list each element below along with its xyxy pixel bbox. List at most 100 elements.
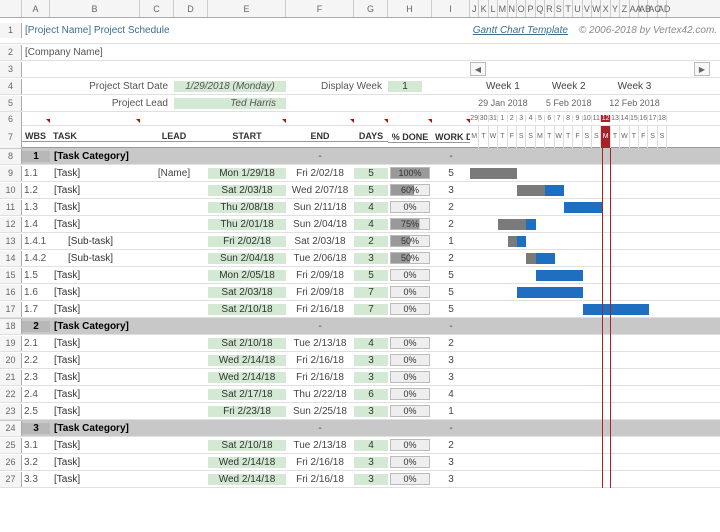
wbs-cell[interactable]: 2 (22, 321, 50, 332)
pct-cell[interactable]: 0% (390, 456, 430, 468)
start-date-value[interactable]: 1/29/2018 (Monday) (174, 81, 286, 92)
rowhdr-4[interactable]: 4 (0, 79, 22, 94)
wbs-cell[interactable]: 3 (22, 423, 50, 434)
wbs-cell[interactable]: 1.3 (22, 202, 50, 213)
col-F[interactable]: F (286, 0, 354, 17)
wbs-cell[interactable]: 3.1 (22, 440, 50, 451)
col-day[interactable]: X (601, 0, 610, 17)
wbs-cell[interactable]: 1.4.1 (22, 236, 50, 247)
col-day[interactable]: AA (630, 0, 639, 17)
days-cell[interactable]: 3 (354, 355, 388, 366)
rowhdr[interactable]: 19 (0, 336, 22, 351)
end-cell[interactable]: Fri 2/16/18 (286, 355, 354, 366)
task-cell[interactable]: [Task] (50, 168, 140, 179)
rowhdr[interactable]: 12 (0, 217, 22, 232)
table-row[interactable]: 111.3[Task]Thu 2/08/18Sun 2/11/1840%2 (0, 199, 720, 216)
col-day[interactable]: O (517, 0, 526, 17)
pct-cell[interactable]: 0% (390, 388, 430, 400)
work-cell[interactable]: 3 (432, 457, 470, 468)
end-cell[interactable]: Thu 2/22/18 (286, 389, 354, 400)
work-cell[interactable]: 3 (432, 474, 470, 485)
rowhdr-5[interactable]: 5 (0, 96, 22, 111)
start-cell[interactable]: Sat 2/10/18 (208, 304, 286, 315)
wbs-cell[interactable]: 1.4 (22, 219, 50, 230)
task-cell[interactable]: [Task Category] (50, 423, 140, 434)
task-cell[interactable]: [Task] (50, 338, 140, 349)
days-cell[interactable]: 4 (354, 338, 388, 349)
days-cell[interactable]: 2 (354, 236, 388, 247)
pct-cell[interactable]: 0% (390, 303, 430, 315)
table-row[interactable]: 101.2[Task]Sat 2/03/18Wed 2/07/18560%3 (0, 182, 720, 199)
days-cell[interactable]: 7 (354, 304, 388, 315)
rowhdr[interactable]: 13 (0, 234, 22, 249)
project-title[interactable]: [Project Name] Project Schedule (22, 25, 370, 36)
start-cell[interactable]: Fri 2/23/18 (208, 406, 286, 417)
end-cell[interactable]: Wed 2/07/18 (286, 185, 354, 196)
end-cell[interactable]: - (286, 151, 354, 162)
task-cell[interactable]: [Sub-task] (50, 253, 140, 264)
col-day[interactable]: AC (648, 0, 657, 17)
col-E[interactable]: E (208, 0, 286, 17)
work-cell[interactable]: 1 (432, 406, 470, 417)
task-cell[interactable]: [Task] (50, 406, 140, 417)
work-cell[interactable]: - (432, 423, 470, 434)
table-row[interactable]: 192.1[Task]Sat 2/10/18Tue 2/13/1840%2 (0, 335, 720, 352)
pct-cell[interactable]: 75% (390, 218, 430, 230)
rowhdr[interactable]: 26 (0, 455, 22, 470)
table-row[interactable]: 253.1[Task]Sat 2/10/18Tue 2/13/1840%2 (0, 437, 720, 454)
pct-cell[interactable]: 0% (390, 269, 430, 281)
start-cell[interactable]: Mon 2/05/18 (208, 270, 286, 281)
col-day[interactable]: AD (658, 0, 667, 17)
wbs-cell[interactable]: 1.5 (22, 270, 50, 281)
days-cell[interactable]: 5 (354, 168, 388, 179)
days-cell[interactable]: 4 (354, 202, 388, 213)
col-B[interactable]: B (50, 0, 140, 17)
col-day[interactable]: M (498, 0, 507, 17)
days-cell[interactable]: 5 (354, 270, 388, 281)
work-cell[interactable]: 2 (432, 338, 470, 349)
lead-value[interactable]: Ted Harris (174, 98, 286, 109)
col-day[interactable]: N (508, 0, 517, 17)
rowhdr[interactable]: 27 (0, 472, 22, 487)
col-day[interactable]: J (470, 0, 479, 17)
work-cell[interactable]: 5 (432, 304, 470, 315)
pct-cell[interactable]: 0% (390, 439, 430, 451)
rowhdr-7[interactable]: 7 (0, 126, 22, 148)
rowhdr[interactable]: 18 (0, 319, 22, 334)
wbs-cell[interactable]: 2.2 (22, 355, 50, 366)
wbs-cell[interactable]: 2.5 (22, 406, 50, 417)
rowhdr[interactable]: 10 (0, 183, 22, 198)
wbs-cell[interactable]: 2.3 (22, 372, 50, 383)
end-cell[interactable]: Sun 2/11/18 (286, 202, 354, 213)
wbs-cell[interactable]: 1.2 (22, 185, 50, 196)
table-row[interactable]: 161.6[Task]Sat 2/03/18Fri 2/09/1870%5 (0, 284, 720, 301)
days-cell[interactable]: 3 (354, 457, 388, 468)
table-row[interactable]: 222.4[Task]Sat 2/17/18Thu 2/22/1860%4 (0, 386, 720, 403)
table-row[interactable]: 232.5[Task]Fri 2/23/18Sun 2/25/1830%1 (0, 403, 720, 420)
table-row[interactable]: 131.4.1[Sub-task]Fri 2/02/18Sat 2/03/182… (0, 233, 720, 250)
task-cell[interactable]: [Task] (50, 185, 140, 196)
company-name[interactable]: [Company Name] (22, 47, 106, 58)
col-day[interactable]: U (573, 0, 582, 17)
rowhdr[interactable]: 20 (0, 353, 22, 368)
table-row[interactable]: 121.4[Task]Thu 2/01/18Sun 2/04/18475%2 (0, 216, 720, 233)
task-cell[interactable]: [Task] (50, 372, 140, 383)
task-cell[interactable]: [Task Category] (50, 151, 140, 162)
col-day[interactable]: R (545, 0, 554, 17)
work-cell[interactable]: 3 (432, 185, 470, 196)
task-cell[interactable]: [Task] (50, 287, 140, 298)
wbs-cell[interactable]: 2.4 (22, 389, 50, 400)
col-day[interactable]: Y (611, 0, 620, 17)
col-day[interactable]: W (592, 0, 601, 17)
days-cell[interactable]: 3 (354, 253, 388, 264)
end-cell[interactable]: Fri 2/02/18 (286, 168, 354, 179)
pct-cell[interactable]: 0% (390, 354, 430, 366)
start-cell[interactable]: Sun 2/04/18 (208, 253, 286, 264)
table-row[interactable]: 151.5[Task]Mon 2/05/18Fri 2/09/1850%5 (0, 267, 720, 284)
pct-cell[interactable]: 50% (390, 235, 430, 247)
wbs-cell[interactable]: 3.3 (22, 474, 50, 485)
wbs-cell[interactable]: 2.1 (22, 338, 50, 349)
end-cell[interactable]: Sun 2/25/18 (286, 406, 354, 417)
days-cell[interactable]: 6 (354, 389, 388, 400)
rowhdr[interactable]: 17 (0, 302, 22, 317)
